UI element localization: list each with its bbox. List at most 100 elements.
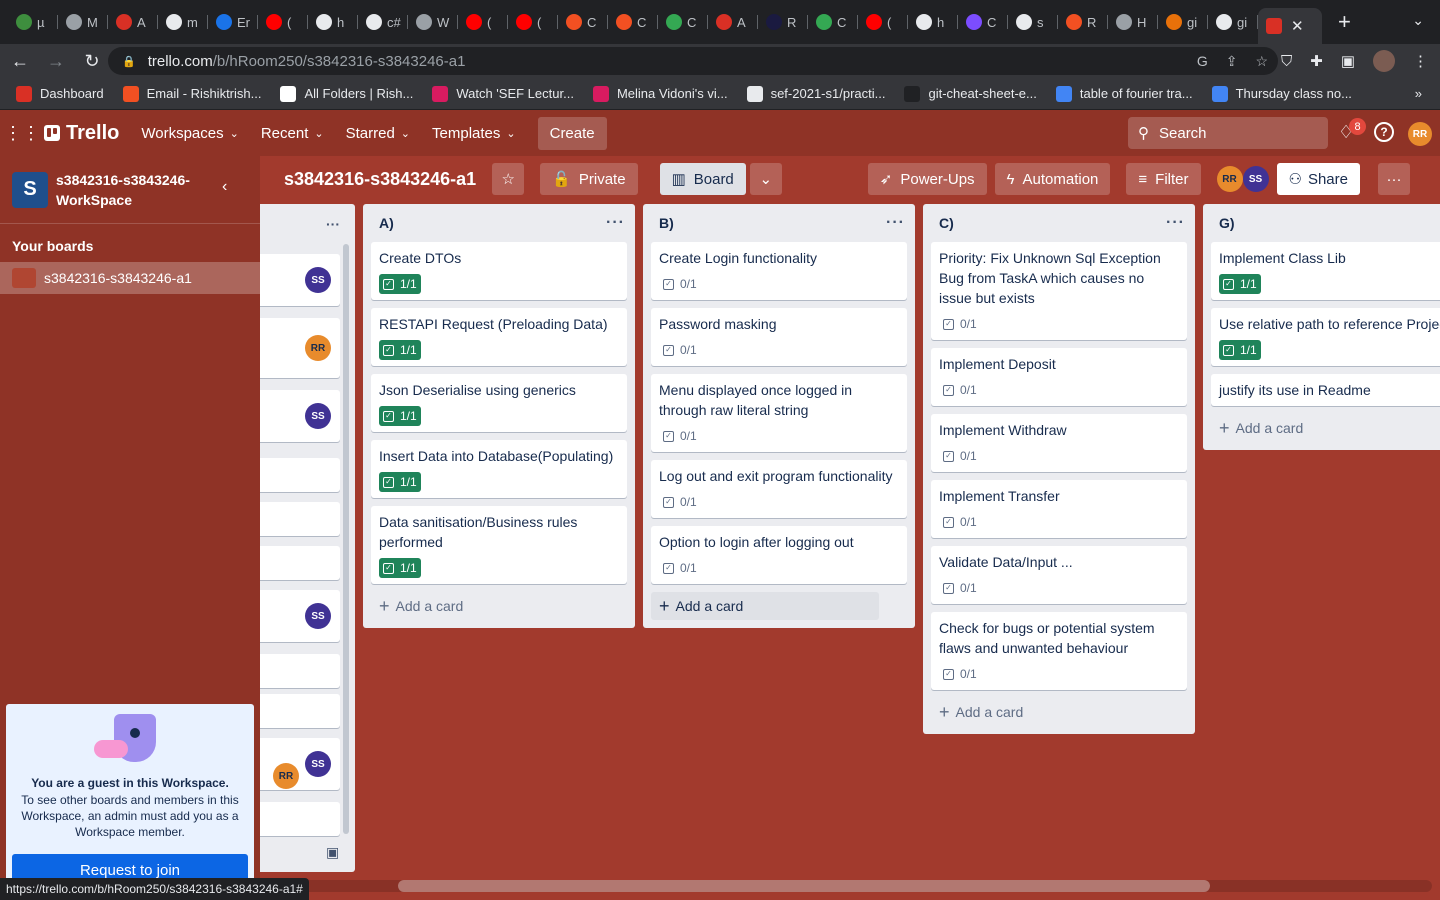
bookmark-item[interactable]: table of fourier tra...	[1055, 85, 1193, 102]
google-lens-icon[interactable]: G	[1197, 53, 1208, 70]
add-card-button[interactable]: + Add a card	[371, 592, 627, 620]
address-bar[interactable]: 🔒 trello.com/b/hRoom250/s3842316-s384324…	[108, 47, 1278, 75]
new-tab-icon[interactable]: +	[1338, 9, 1351, 35]
list-menu-icon[interactable]: ···	[1166, 214, 1185, 232]
card[interactable]: Validate Data/Input ... ✓ 0/1	[931, 546, 1187, 604]
browser-menu-icon[interactable]: ⋮	[1413, 52, 1428, 70]
star-board-button[interactable]: ☆	[492, 163, 525, 195]
workspace-name[interactable]: s3842316-s3843246-WorkSpace	[56, 170, 216, 210]
browser-tab[interactable]: h	[908, 5, 958, 39]
browser-tab[interactable]: m	[158, 5, 208, 39]
list-title[interactable]: C)	[939, 215, 954, 231]
hidden-card[interactable]	[260, 802, 340, 836]
side-panel-icon[interactable]: ▣	[1341, 52, 1355, 70]
tab-search-chevron-icon[interactable]: ⌄	[1412, 12, 1424, 29]
card[interactable]: RESTAPI Request (Preloading Data) ✓ 1/1	[371, 308, 627, 366]
app-switcher-icon[interactable]: ⋮⋮⋮	[4, 123, 58, 144]
hidden-card[interactable]	[260, 546, 340, 580]
browser-tab[interactable]: R	[1058, 5, 1108, 39]
bookmark-item[interactable]: Melina Vidoni's vi...	[592, 85, 728, 102]
browser-tab[interactable]: R	[758, 5, 808, 39]
browser-tab[interactable]: H	[1108, 5, 1158, 39]
hidden-card[interactable]	[260, 694, 340, 728]
sidebar-board-item[interactable]: s3842316-s3843246-a1	[0, 262, 260, 294]
create-button[interactable]: Create	[537, 116, 607, 150]
list-menu-icon[interactable]: ···	[886, 214, 905, 232]
add-card-button[interactable]: + Add a card	[651, 592, 879, 620]
trello-logo[interactable]: Trello	[44, 122, 119, 145]
card[interactable]: Implement Transfer ✓ 0/1	[931, 480, 1187, 538]
card[interactable]: Option to login after logging out ✓ 0/1	[651, 526, 907, 584]
profile-avatar[interactable]	[1373, 50, 1395, 72]
browser-tab[interactable]: C	[958, 5, 1008, 39]
card[interactable]: Password masking ✓ 0/1	[651, 308, 907, 366]
browser-tab[interactable]: gi	[1208, 5, 1258, 39]
card[interactable]: justify its use in Readme	[1211, 374, 1440, 406]
lock-icon[interactable]: 🔒	[122, 55, 136, 68]
browser-tab[interactable]: C	[608, 5, 658, 39]
user-avatar[interactable]: RR	[1408, 122, 1432, 146]
share-page-icon[interactable]: ⇪	[1226, 53, 1238, 70]
share-button[interactable]: ⚇ Share	[1276, 163, 1360, 195]
card[interactable]: Priority: Fix Unknown Sql Exception Bug …	[931, 242, 1187, 340]
extensions-puzzle-icon[interactable]: ✚	[1310, 52, 1323, 70]
add-card-button[interactable]: + Add a card	[931, 698, 1187, 726]
menu-starred[interactable]: Starred ⌄	[346, 125, 410, 142]
browser-tab[interactable]: (	[458, 5, 508, 39]
template-icon[interactable]: ▣	[326, 844, 339, 861]
back-icon[interactable]: ←	[4, 47, 36, 75]
list-menu-icon[interactable]: ···	[606, 214, 625, 232]
bookmark-item[interactable]: Email - Rishiktrish...	[122, 85, 261, 102]
card[interactable]: Implement Deposit ✓ 0/1	[931, 348, 1187, 406]
visibility-button[interactable]: 🔓 Private	[540, 163, 638, 195]
bookmark-item[interactable]: Dashboard	[16, 85, 104, 102]
view-switcher-button[interactable]: ⌄	[749, 163, 782, 195]
add-card-button[interactable]: + Add a card	[1211, 414, 1440, 442]
card[interactable]: Json Deserialise using generics ✓ 1/1	[371, 374, 627, 432]
board-view-button[interactable]: ▥ Board	[659, 163, 746, 195]
collapse-sidebar-icon[interactable]: ‹	[222, 178, 227, 196]
active-tab[interactable]: ✕	[1258, 8, 1322, 44]
browser-tab[interactable]: (	[508, 5, 558, 39]
list-header[interactable]: G)	[1203, 204, 1440, 242]
list-title[interactable]: G)	[1219, 215, 1235, 231]
board-title[interactable]: s3842316-s3843246-a1	[284, 169, 476, 190]
hidden-card[interactable]	[260, 502, 340, 536]
card[interactable]: Menu displayed once logged in through ra…	[651, 374, 907, 452]
list-header[interactable]: B) ···	[643, 204, 915, 242]
menu-recent[interactable]: Recent ⌄	[261, 125, 324, 142]
list-header[interactable]: A) ···	[363, 204, 635, 242]
menu-templates[interactable]: Templates ⌄	[432, 125, 516, 142]
member-avatar[interactable]: RR	[1216, 166, 1243, 192]
browser-tab[interactable]: s	[1008, 5, 1058, 39]
card[interactable]: Check for bugs or potential system flaws…	[931, 612, 1187, 690]
browser-tab[interactable]: W	[408, 5, 458, 39]
bookmark-item[interactable]: Thursday class no...	[1211, 85, 1352, 102]
card[interactable]: Implement Class Lib ✓ 1/1	[1211, 242, 1440, 300]
card[interactable]: Implement Withdraw ✓ 0/1	[931, 414, 1187, 472]
browser-tab[interactable]: c#	[358, 5, 408, 39]
card[interactable]: Use relative path to reference Projects ✓…	[1211, 308, 1440, 366]
bookmarks-overflow-icon[interactable]: »	[1415, 86, 1422, 101]
member-avatar[interactable]: SS	[1242, 166, 1269, 192]
automation-button[interactable]: ϟ Automation	[994, 163, 1111, 195]
help-icon[interactable]: ?	[1374, 122, 1394, 142]
browser-tab[interactable]: M	[58, 5, 108, 39]
bookmark-item[interactable]: git-cheat-sheet-e...	[904, 85, 1037, 102]
hidden-card[interactable]	[260, 458, 340, 492]
browser-tab[interactable]: C	[808, 5, 858, 39]
browser-tab[interactable]: C	[658, 5, 708, 39]
forward-icon[interactable]: →	[40, 47, 72, 75]
search-input[interactable]: ⚲ Search	[1128, 117, 1328, 149]
bookmark-item[interactable]: sef-2021-s1/practi...	[746, 85, 885, 102]
browser-tab[interactable]: µ	[8, 5, 58, 39]
browser-tab[interactable]: C	[558, 5, 608, 39]
bookmark-star-icon[interactable]: ☆	[1255, 53, 1268, 70]
powerups-button[interactable]: ➶ Power-Ups	[867, 163, 987, 195]
browser-tab[interactable]: h	[308, 5, 358, 39]
card[interactable]: Log out and exit program functionality ✓ 0…	[651, 460, 907, 518]
list-title[interactable]: B)	[659, 215, 674, 231]
browser-tab[interactable]: (	[858, 5, 908, 39]
card[interactable]: Insert Data into Database(Populating) ✓ 1/…	[371, 440, 627, 498]
browser-tab[interactable]: A	[108, 5, 158, 39]
